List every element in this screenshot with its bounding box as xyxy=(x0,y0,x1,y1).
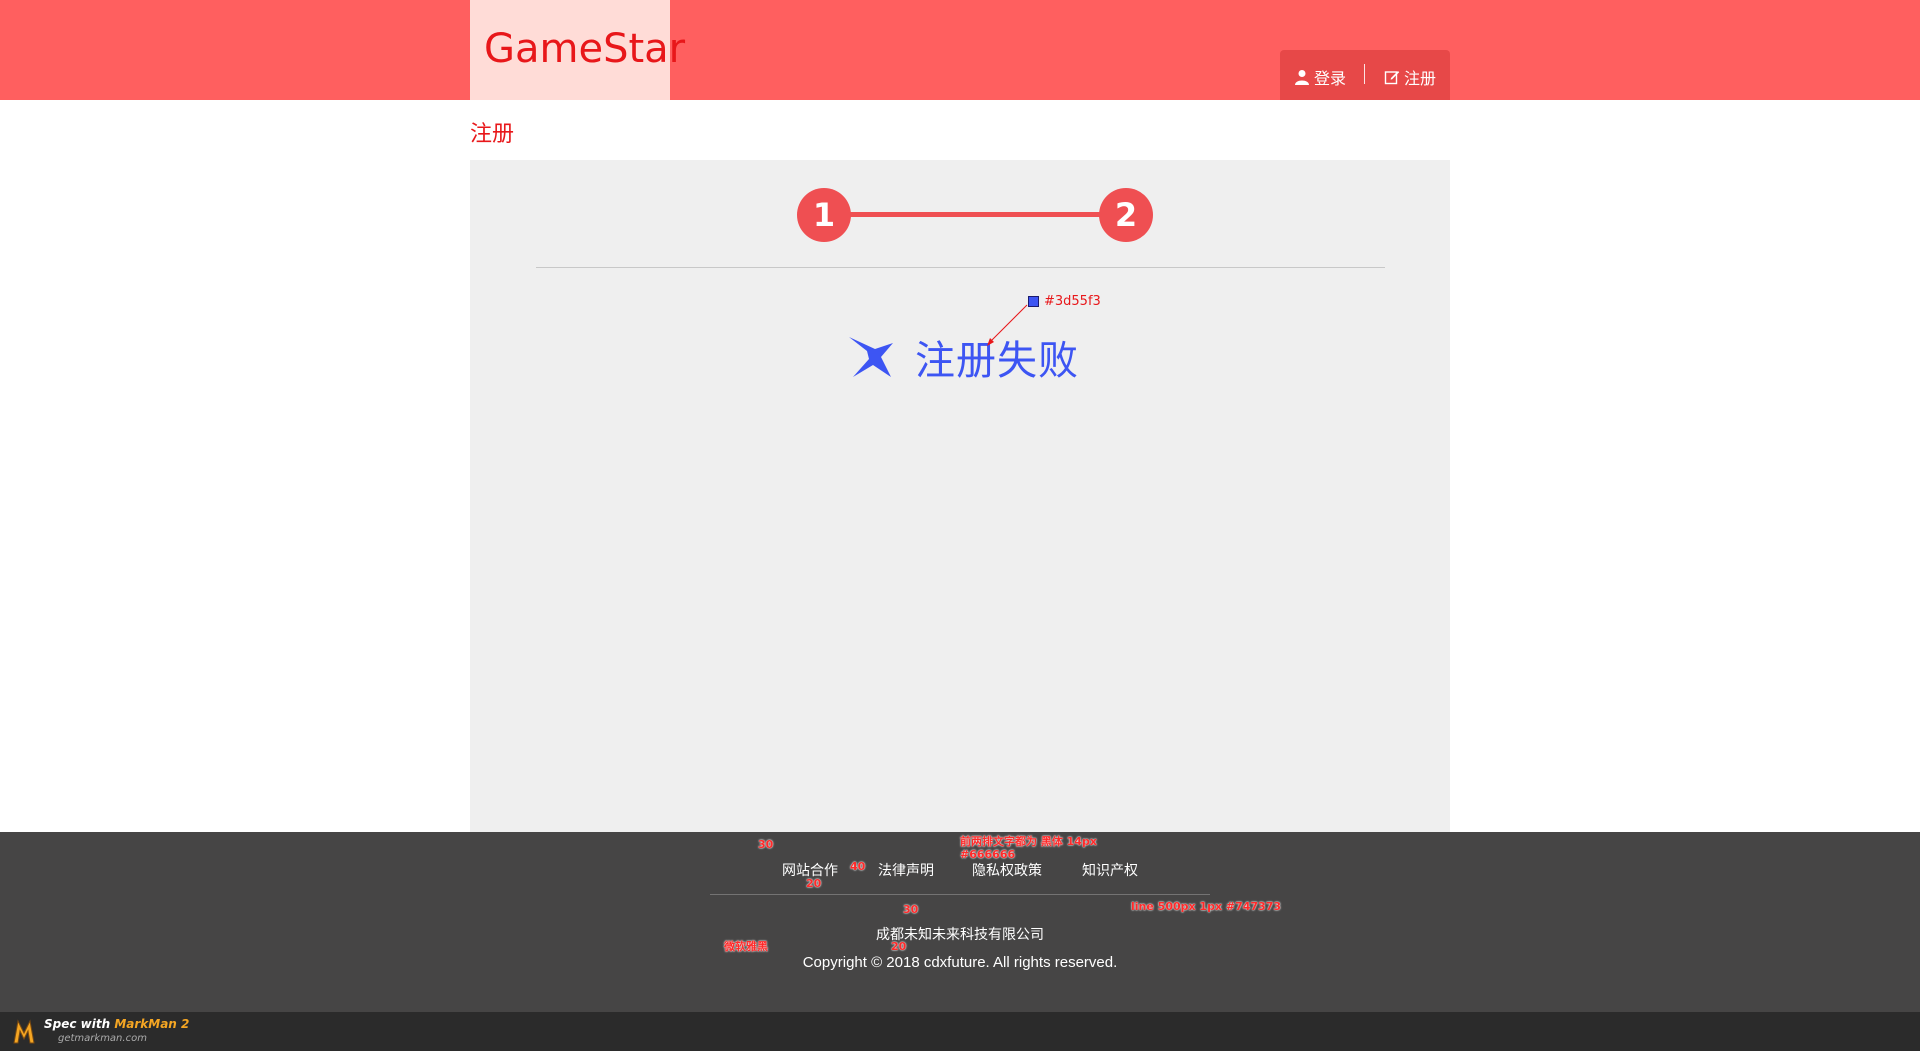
footer-company: 成都未知未来科技有限公司 xyxy=(876,927,1044,943)
markman-prefix: Spec with xyxy=(44,1017,115,1031)
spacing-annotation: 30 xyxy=(758,838,774,851)
line-spec-annotation: line 500px 1px #747373 xyxy=(1131,900,1282,913)
markman-logo-icon xyxy=(12,1017,42,1049)
step-1-circle: 1 xyxy=(797,188,851,242)
footer-link-legal[interactable]: 法律声明 xyxy=(878,860,934,880)
logo-text: GameStar xyxy=(484,26,686,72)
register-panel: 1 2 注册失败 xyxy=(470,160,1450,832)
site-header: GameStar 登录 注册 xyxy=(0,0,1920,100)
edit-icon xyxy=(1384,69,1400,85)
register-label: 注册 xyxy=(1404,69,1437,88)
panel-divider xyxy=(536,267,1385,268)
step-connector xyxy=(827,212,1123,217)
color-swatch-annotation xyxy=(1028,296,1039,307)
footer-divider xyxy=(710,894,1210,895)
font-name-annotation: 微软雅黑 xyxy=(724,940,768,953)
footer-links: 网站合作 法律声明 隐私权政策 知识产权 xyxy=(0,860,1920,880)
x-icon xyxy=(847,333,915,381)
markman-brand: MarkMan 2 xyxy=(114,1017,190,1031)
step-2-circle: 2 xyxy=(1099,188,1153,242)
spacing-annotation: 20 xyxy=(806,877,822,890)
spacing-annotation: 30 xyxy=(903,903,919,916)
markman-bar: Spec with MarkMan 2 getmarkman.com xyxy=(0,1012,1920,1051)
footer-link-ip[interactable]: 知识产权 xyxy=(1082,860,1138,880)
markman-url[interactable]: getmarkman.com xyxy=(58,1033,147,1044)
login-link[interactable]: 登录 xyxy=(1294,65,1346,89)
auth-panel: 登录 注册 xyxy=(1280,50,1450,100)
spacing-annotation: 20 xyxy=(891,940,907,953)
logo[interactable]: GameStar xyxy=(470,0,685,100)
result-text: 注册失败 xyxy=(915,338,1079,384)
spacing-annotation: 40 xyxy=(850,860,866,873)
login-label: 登录 xyxy=(1314,69,1347,88)
step-progress: 1 2 xyxy=(797,188,1153,242)
page-title: 注册 xyxy=(470,122,515,147)
font-color-annotation: #666666 xyxy=(960,848,1016,861)
register-link[interactable]: 注册 xyxy=(1384,65,1436,89)
font-note-annotation: 前两排文字都为 黑体 14px xyxy=(960,835,1097,848)
footer-link-privacy[interactable]: 隐私权政策 xyxy=(972,860,1042,880)
footer-copyright: Copyright © 2018 cdxfuture. All rights r… xyxy=(802,954,1118,971)
markman-caption: Spec with MarkMan 2 xyxy=(44,1017,189,1031)
result-message: 注册失败 xyxy=(847,332,1079,384)
user-icon xyxy=(1294,69,1310,85)
auth-divider xyxy=(1364,64,1365,84)
color-code-annotation: #3d55f3 xyxy=(1044,294,1101,309)
